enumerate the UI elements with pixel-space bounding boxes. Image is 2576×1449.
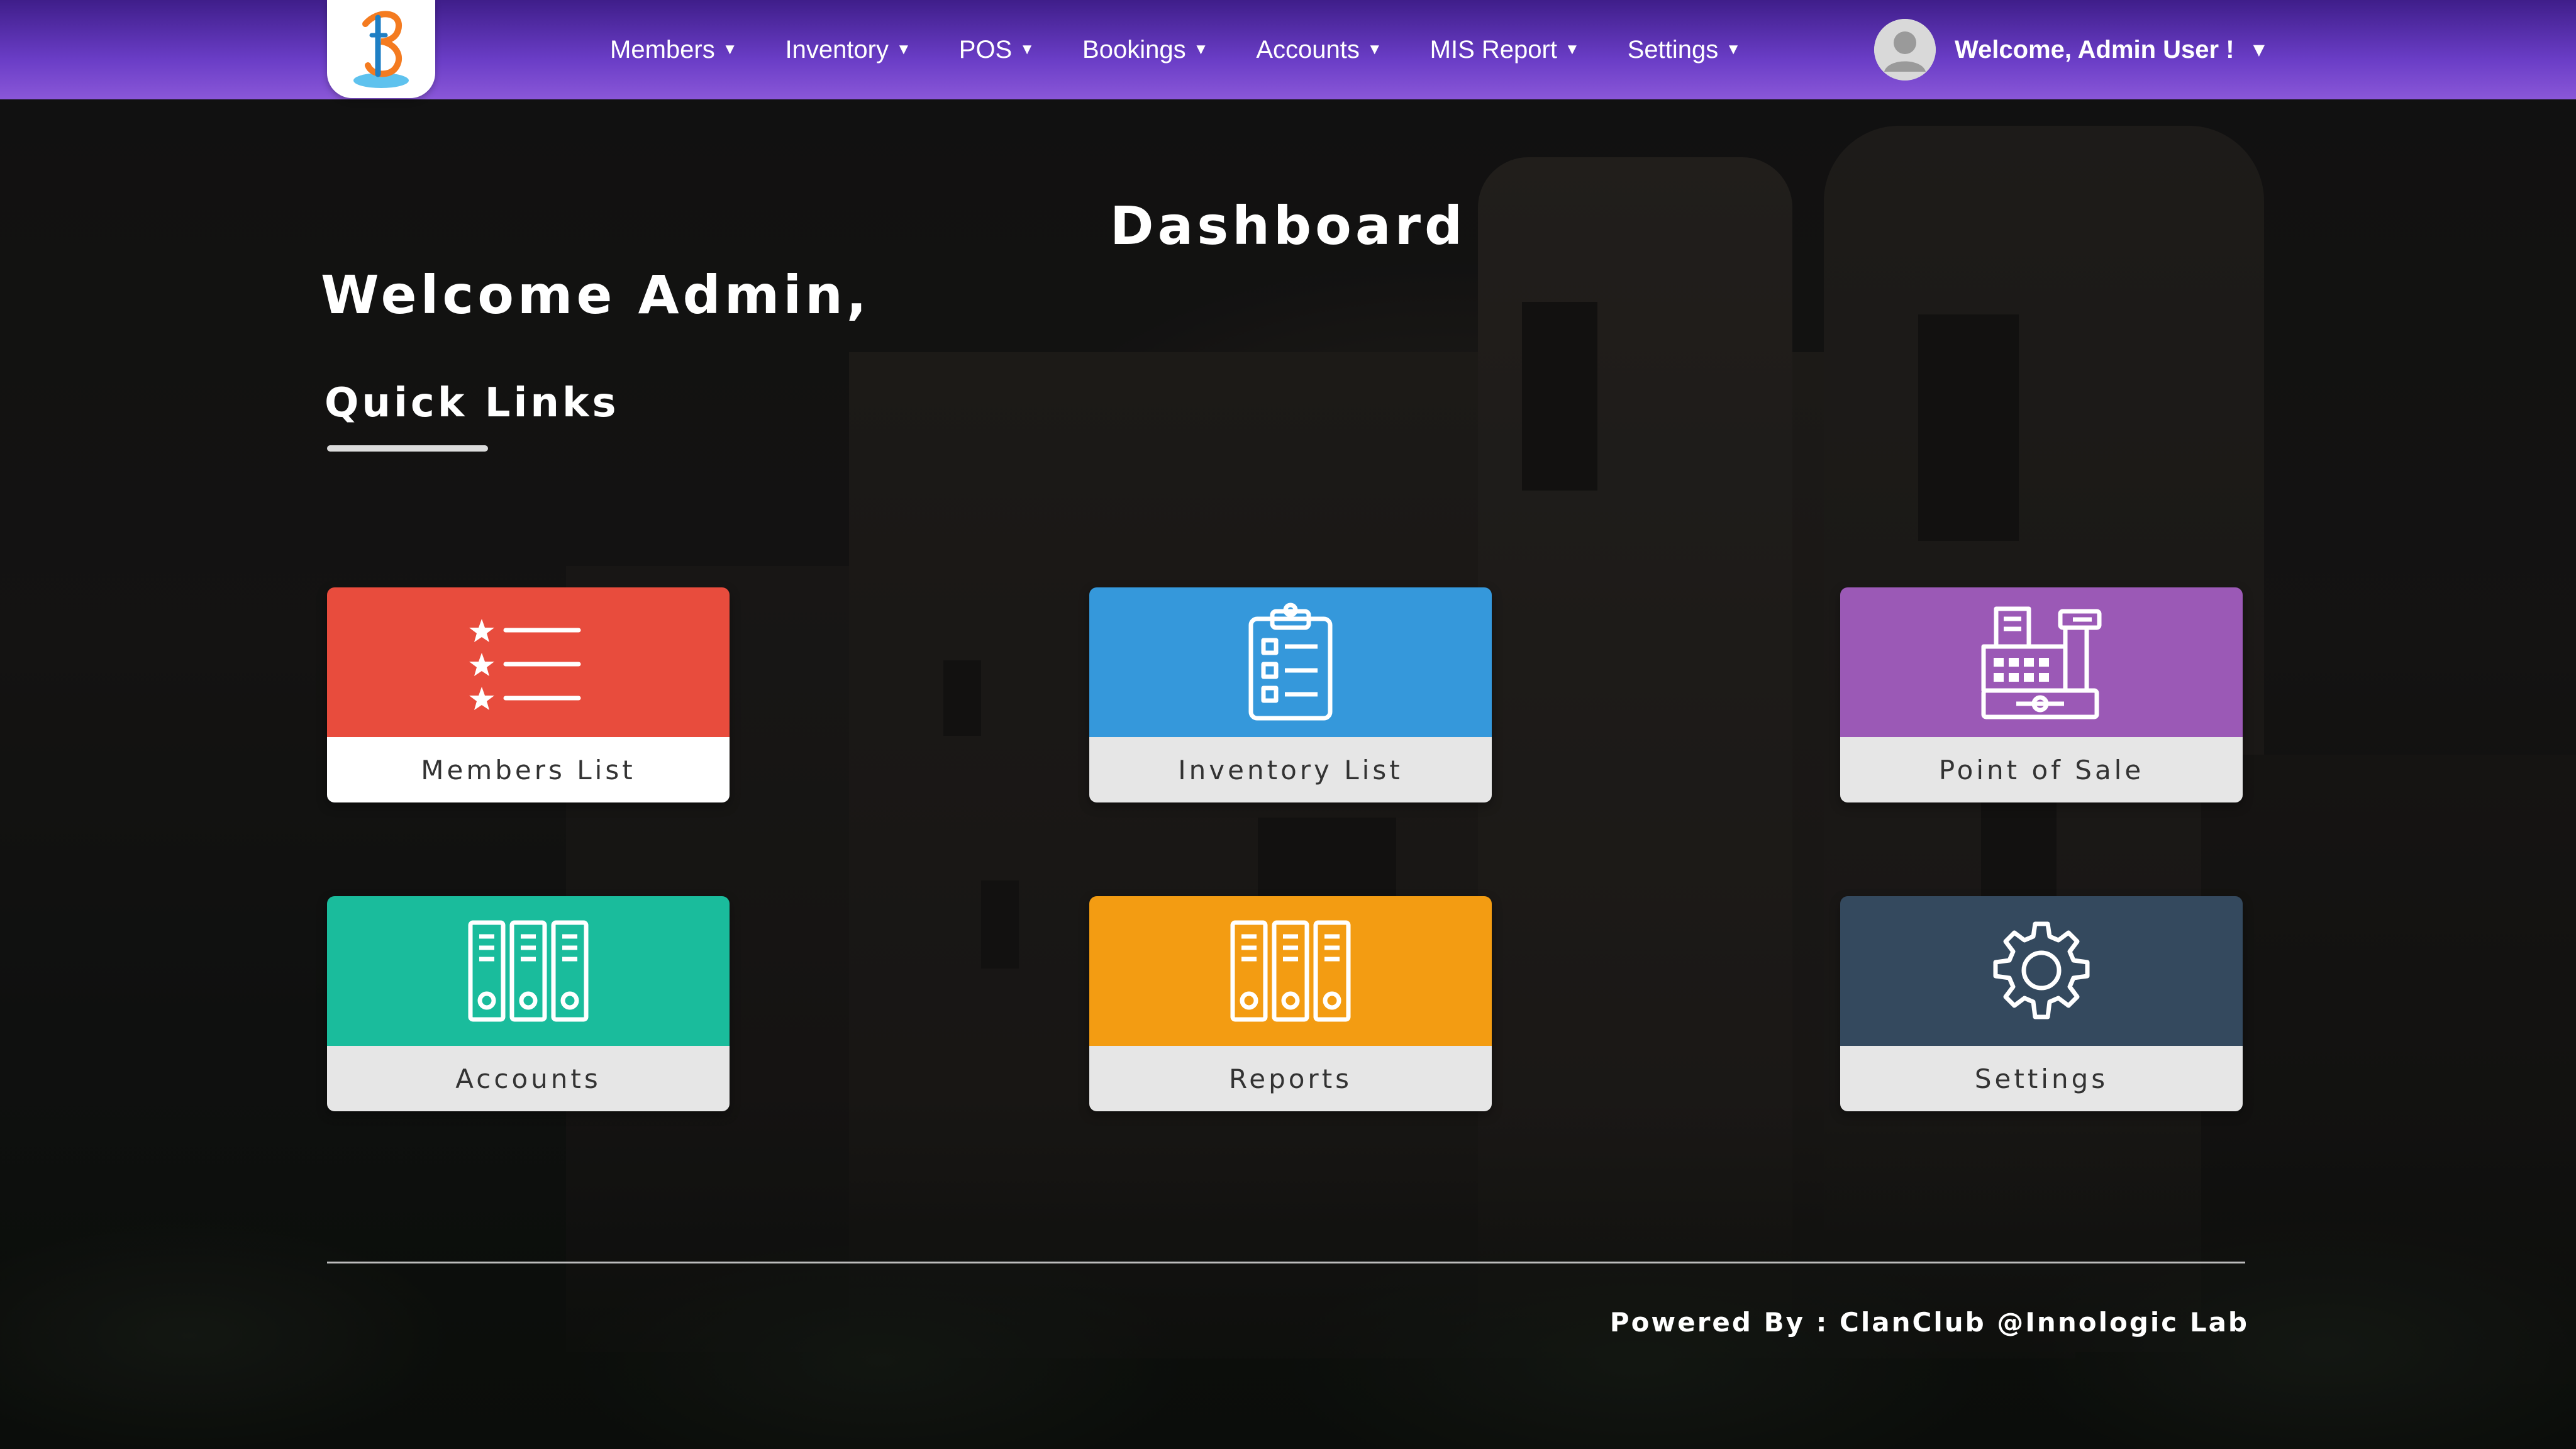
tile-label: Point of Sale [1840,737,2243,802]
clipboard-list-icon [1248,602,1333,721]
tile-members-list[interactable]: Members List [327,587,730,802]
caret-down-icon: ▼ [896,41,911,58]
nav-bookings[interactable]: Bookings ▼ [1082,36,1208,64]
nav-pos[interactable]: POS ▼ [959,36,1035,64]
tile-settings[interactable]: Settings [1840,896,2243,1111]
tile-label: Reports [1089,1046,1492,1111]
nav-accounts[interactable]: Accounts ▼ [1256,36,1382,64]
nav-label: POS [958,35,1013,64]
avatar [1874,19,1936,80]
tile-header [1089,896,1492,1046]
page-title: Dashboard [1109,195,1467,257]
tile-label: Accounts [327,1046,730,1111]
nav-inventory[interactable]: Inventory ▼ [785,36,911,64]
heading-underline [327,445,488,452]
caret-down-icon: ▼ [2253,41,2265,58]
tile-point-of-sale[interactable]: Point of Sale [1840,587,2243,802]
dashboard-content: Dashboard Welcome Admin, Quick Links Mem… [0,0,2576,1449]
caret-down-icon: ▼ [1193,41,1209,58]
user-greeting: Welcome, Admin User ! [1955,35,2235,64]
top-navbar: Members ▼ Inventory ▼ POS ▼ Bookings ▼ Accou… [0,0,2576,99]
logo[interactable] [327,0,435,98]
nav-mis-report[interactable]: MIS Report ▼ [1430,36,1580,64]
tile-accounts[interactable]: Accounts [327,896,730,1111]
star-list-icon [469,619,581,710]
binders-icon [468,920,589,1022]
tile-label: Settings [1840,1046,2243,1111]
nav-label: Settings [1627,35,1719,64]
nav-settings[interactable]: Settings ▼ [1628,36,1741,64]
tile-label: Inventory List [1089,737,1492,802]
tile-header [1840,896,2243,1046]
caret-down-icon: ▼ [1726,41,1741,58]
user-menu[interactable]: Welcome, Admin User ! ▼ [1874,15,2265,84]
nav-label: Members [610,35,715,64]
tile-label: Members List [327,737,730,802]
nav-label: Bookings [1082,35,1186,64]
tile-header [1840,587,2243,737]
tile-inventory-list[interactable]: Inventory List [1089,587,1492,802]
logo-icon [353,11,409,88]
tile-header [327,896,730,1046]
main-menu: Members ▼ Inventory ▼ POS ▼ Bookings ▼ Accou… [610,0,1789,99]
cash-register-icon [1981,606,2102,719]
caret-down-icon: ▼ [722,41,738,58]
nav-label: MIS Report [1430,35,1557,64]
powered-by-text: Powered By : ClanClub @Innologic Lab [1609,1307,2249,1338]
nav-label: Accounts [1256,35,1360,64]
tile-reports[interactable]: Reports [1089,896,1492,1111]
nav-members[interactable]: Members ▼ [610,36,737,64]
binders-icon [1230,920,1351,1022]
user-avatar-icon [1874,19,1936,80]
nav-label: Inventory [785,35,889,64]
tile-header [327,587,730,737]
caret-down-icon: ▼ [1564,41,1580,58]
footer-divider [327,1262,2245,1263]
quick-links-heading: Quick Links [325,380,619,426]
caret-down-icon: ▼ [1019,41,1035,58]
welcome-heading: Welcome Admin, [321,264,870,326]
caret-down-icon: ▼ [1367,41,1382,58]
gear-icon [1993,921,2090,1019]
tile-header [1089,587,1492,737]
